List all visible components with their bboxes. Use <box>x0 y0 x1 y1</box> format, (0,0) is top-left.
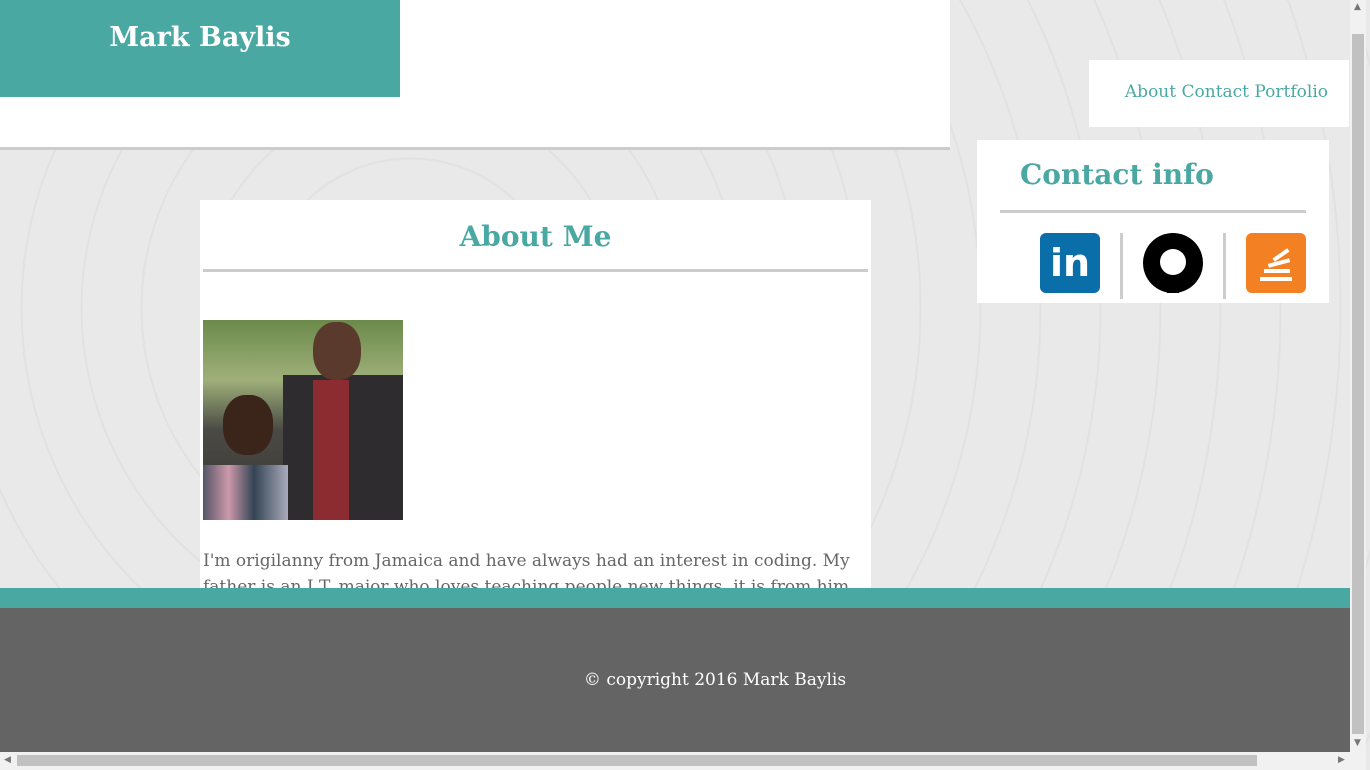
divider <box>1223 233 1226 299</box>
footer: © copyright 2016 Mark Baylis <box>0 608 1350 752</box>
horizontal-scroll-thumb[interactable] <box>17 755 1257 766</box>
nav-contact[interactable]: Contact <box>1182 82 1250 102</box>
nav-portfolio[interactable]: Portfolio <box>1254 82 1328 102</box>
header: Mark Baylis <box>0 0 950 150</box>
about-title: About Me <box>459 220 612 253</box>
scroll-right-icon[interactable]: ▶ <box>1338 755 1345 765</box>
vertical-scrollbar[interactable]: ▲ ▼ <box>1350 0 1366 752</box>
horizontal-scrollbar[interactable]: ◀ ▶ <box>0 752 1366 770</box>
profile-photo <box>203 320 403 520</box>
footer-band <box>0 588 1350 608</box>
scroll-up-icon[interactable]: ▲ <box>1354 2 1361 12</box>
contact-title: Contact info <box>1020 158 1214 191</box>
stackoverflow-icon[interactable] <box>1246 233 1306 293</box>
nav-about[interactable]: About <box>1125 82 1176 102</box>
scroll-down-icon[interactable]: ▼ <box>1354 738 1361 748</box>
divider <box>1000 210 1306 213</box>
linkedin-icon[interactable]: in <box>1040 233 1100 293</box>
github-icon[interactable] <box>1143 233 1203 293</box>
scroll-left-icon[interactable]: ◀ <box>4 755 11 765</box>
nav-menu: About Contact Portfolio <box>1089 60 1349 127</box>
divider <box>1120 233 1123 299</box>
divider <box>203 269 868 272</box>
about-section: About Me I'm origilanny from Jamaica and… <box>200 200 871 623</box>
site-title[interactable]: Mark Baylis <box>0 0 400 97</box>
vertical-scroll-thumb[interactable] <box>1352 34 1364 734</box>
contact-info-panel: Contact info in <box>977 140 1329 303</box>
copyright-text: © copyright 2016 Mark Baylis <box>583 670 847 690</box>
